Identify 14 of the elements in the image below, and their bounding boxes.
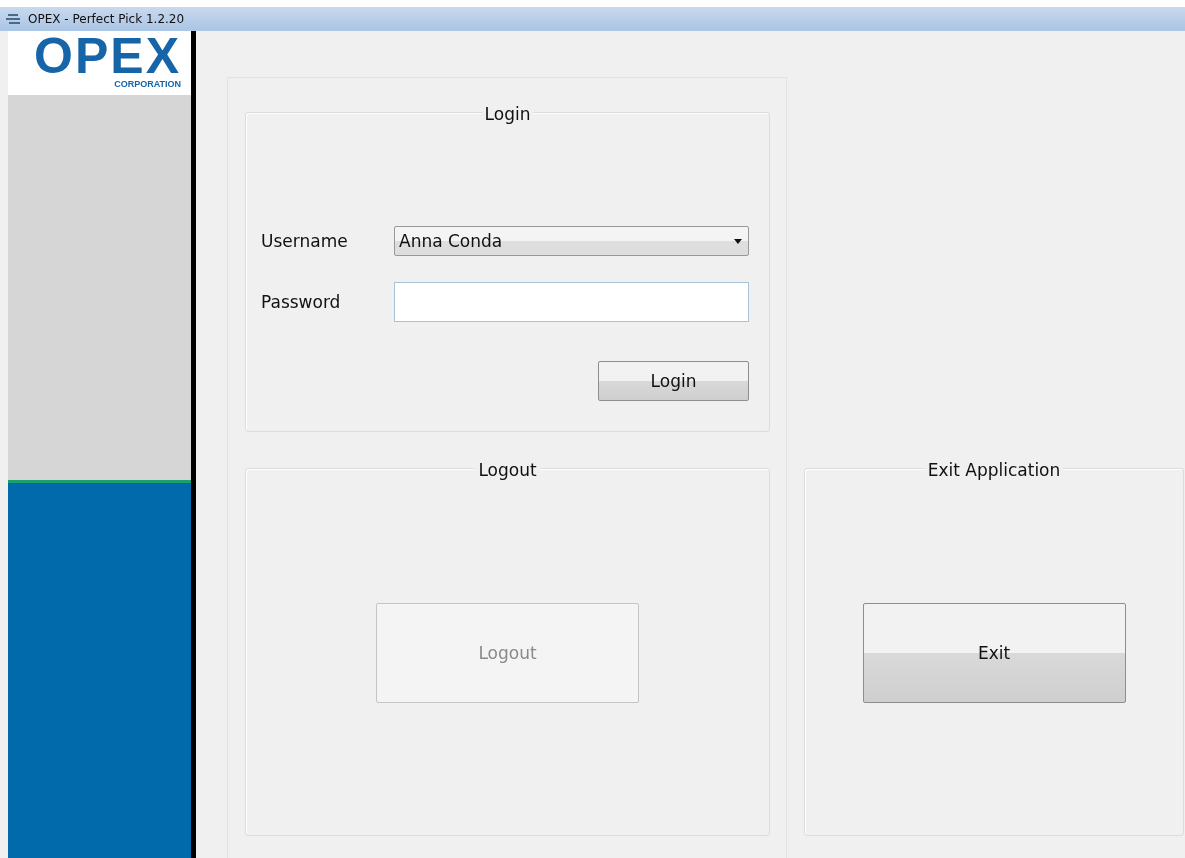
password-label: Password [261, 292, 342, 312]
group-title: Login [481, 104, 534, 124]
login-button[interactable]: Login [598, 361, 749, 401]
group-title: Exit Application [924, 460, 1064, 480]
username-dropdown[interactable]: Anna Conda [394, 226, 749, 256]
caret-icon [734, 238, 742, 244]
window-title: OPEX - Perfect Pick 1.2.20 [28, 12, 185, 26]
logo-name: OPEX [34, 33, 181, 79]
username-label: Username [261, 231, 349, 251]
group-title: Logout [475, 460, 540, 480]
app-icon [6, 13, 22, 25]
logo-subtitle: CORPORATION [114, 79, 181, 89]
exit-button[interactable]: Exit [862, 602, 1126, 703]
password-field[interactable] [394, 282, 749, 322]
